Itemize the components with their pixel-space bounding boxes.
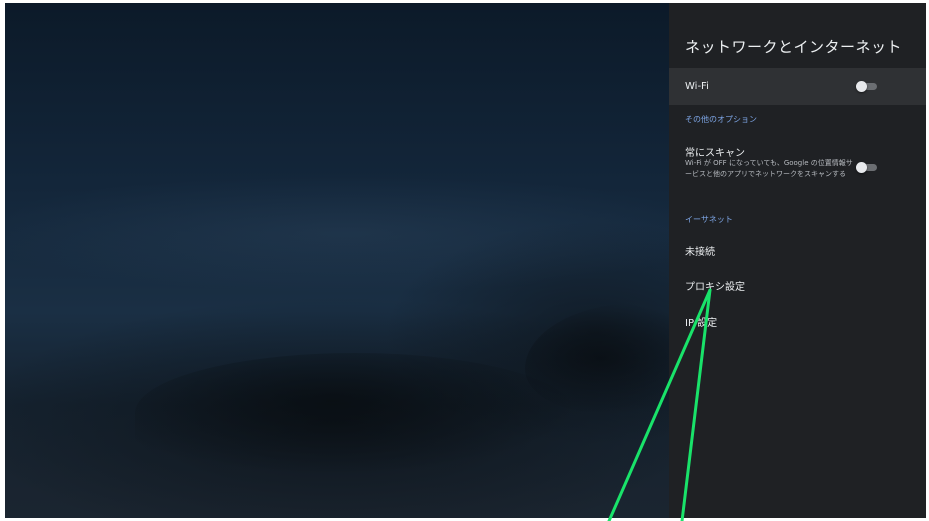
background-wallpaper (5, 3, 669, 518)
background-rock (525, 303, 669, 413)
tv-screen: ネットワークとインターネット Wi-Fi その他のオプション 常にスキャン Wi… (5, 3, 926, 518)
always-scan-title: 常にスキャン (685, 148, 745, 159)
ethernet-status-label: 未接続 (685, 247, 715, 258)
proxy-settings-label: プロキシ設定 (685, 282, 745, 293)
panel-title: ネットワークとインターネット (685, 38, 903, 56)
wifi-toggle-knob (856, 81, 867, 92)
wifi-label: Wi-Fi (685, 81, 709, 92)
wifi-toggle[interactable] (856, 81, 878, 92)
section-header-other-options: その他のオプション (685, 115, 757, 124)
always-scan-toggle-knob (856, 162, 867, 173)
settings-panel: ネットワークとインターネット Wi-Fi その他のオプション 常にスキャン Wi… (669, 3, 926, 518)
wifi-row[interactable]: Wi-Fi (669, 68, 926, 105)
background-island (135, 353, 575, 473)
section-header-ethernet: イーサネット (685, 215, 733, 224)
always-scan-toggle[interactable] (856, 162, 878, 173)
background-haze (5, 173, 669, 293)
always-scan-description: Wi-Fi が OFF になっていても、Google の位置情報サービスと他のア… (685, 159, 853, 178)
ip-settings-label: IP 設定 (685, 318, 718, 329)
